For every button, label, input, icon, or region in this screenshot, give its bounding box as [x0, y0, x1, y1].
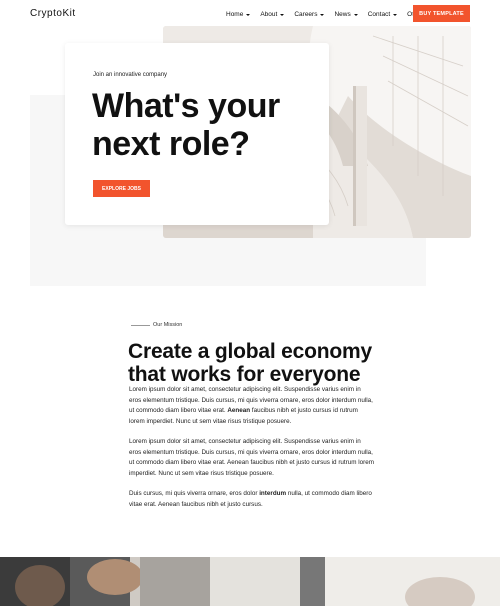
- mission-label: Our Mission: [153, 322, 183, 328]
- nav-item-label: About: [260, 11, 278, 18]
- mission-paragraph-3: Duis cursus, mi quis viverra ornare, ero…: [129, 489, 374, 510]
- photo-illustration: [0, 557, 500, 606]
- chevron-down-icon: [320, 13, 325, 16]
- paragraph-text: Duis cursus, mi quis viverra ornare, ero…: [129, 490, 260, 497]
- main-menu: Home About Careers News Contact Other: [226, 11, 440, 18]
- mission-paragraph-1: Lorem ipsum dolor sit amet, consectetur …: [129, 385, 374, 428]
- hero-kicker: Join an innovative company: [93, 72, 168, 78]
- bold-text: interdum: [259, 490, 287, 497]
- hero-title: What's your next role?: [92, 87, 280, 163]
- nav-item-label: Home: [226, 11, 244, 18]
- mission-title: Create a global economy that works for e…: [128, 340, 372, 386]
- nav-item-contact[interactable]: Contact: [367, 11, 398, 18]
- chevron-down-icon: [353, 13, 358, 16]
- buy-template-button[interactable]: BUY TEMPLATE: [413, 5, 470, 22]
- hero-card: Join an innovative company What's your n…: [65, 43, 329, 225]
- brand-logo[interactable]: CryptoKit: [30, 8, 76, 19]
- nav-item-news[interactable]: News: [334, 11, 358, 18]
- chevron-down-icon: [280, 13, 285, 16]
- explore-jobs-button[interactable]: EXPLORE JOBS: [93, 180, 150, 197]
- mission-divider: [131, 325, 150, 326]
- nav-item-label: Contact: [367, 11, 391, 18]
- mission-paragraph-2: Lorem ipsum dolor sit amet, consectetur …: [129, 438, 375, 478]
- team-photo: [0, 557, 500, 606]
- chevron-down-icon: [246, 13, 251, 16]
- top-navigation: CryptoKit Home About Careers News Contac…: [0, 0, 500, 28]
- nav-item-label: Careers: [294, 11, 318, 18]
- nav-item-about[interactable]: About: [260, 11, 285, 18]
- chevron-down-icon: [393, 13, 398, 16]
- nav-item-home[interactable]: Home: [226, 11, 251, 18]
- nav-item-careers[interactable]: Careers: [294, 11, 325, 18]
- bold-text: Aenean: [227, 407, 251, 415]
- nav-item-label: News: [334, 11, 351, 18]
